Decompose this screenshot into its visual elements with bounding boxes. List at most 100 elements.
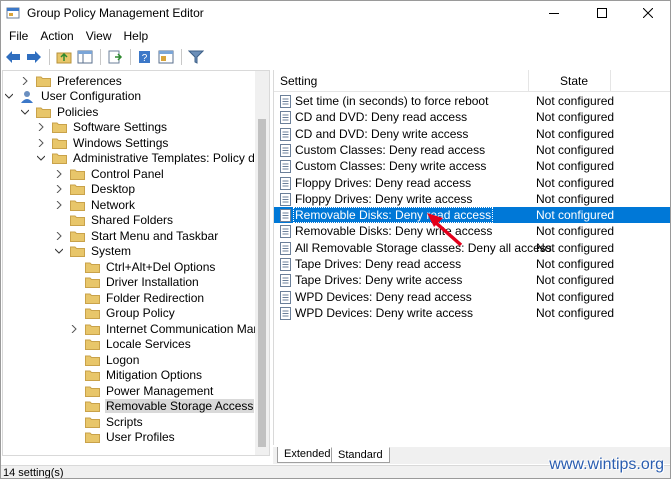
chevron-right-icon[interactable] (54, 169, 64, 179)
policy-setting-icon (280, 95, 291, 108)
policy-setting-icon (280, 176, 291, 190)
tree-item[interactable]: Control Panel (54, 166, 165, 182)
tree-item[interactable]: Logon (69, 352, 140, 368)
toolbar-separator (130, 49, 131, 65)
policy-row[interactable]: Custom Classes: Deny read access Not conf… (274, 142, 670, 158)
column-header-state[interactable]: State (560, 70, 588, 92)
column-header-setting[interactable]: Setting (280, 70, 317, 92)
tree-item-label: Preferences (57, 73, 122, 88)
policy-row[interactable]: WPD Devices: Deny write access Not config… (274, 305, 670, 321)
tree-item[interactable]: Desktop (54, 182, 136, 198)
tree-item[interactable]: User Profiles (69, 430, 176, 446)
toolbar: ? (1, 46, 670, 68)
tree-item-label: Desktop (91, 182, 136, 197)
chevron-right-icon[interactable] (36, 122, 46, 132)
properties-button[interactable] (156, 47, 176, 67)
menu-action[interactable]: Action (34, 27, 79, 45)
menu-file[interactable]: File (3, 27, 34, 45)
tree-item-label: Administrative Templates: Policy definit… (73, 151, 270, 166)
policy-row[interactable]: Floppy Drives: Deny read access Not confi… (274, 175, 670, 191)
tree-item[interactable]: Preferences (20, 73, 123, 89)
forward-button[interactable] (24, 47, 44, 67)
chevron-right-icon[interactable] (54, 184, 64, 194)
tab-extended[interactable]: Extended (277, 447, 338, 463)
tree-item[interactable]: Scripts (69, 414, 144, 430)
policy-setting-icon (280, 143, 291, 157)
minimize-button[interactable] (531, 1, 577, 25)
tree-item[interactable]: Ctrl+Alt+Del Options (69, 259, 216, 275)
chevron-right-icon[interactable] (54, 231, 64, 241)
column-divider[interactable] (528, 70, 529, 92)
tree-item[interactable]: System (54, 244, 132, 260)
tree-item[interactable]: Policies (20, 104, 99, 120)
policy-row[interactable]: CD and DVD: Deny write access Not configu… (274, 126, 670, 142)
chevron-down-icon[interactable] (36, 153, 46, 163)
export-list-button[interactable] (105, 47, 125, 67)
scrollbar-thumb[interactable] (258, 119, 266, 447)
tree-item-label: Logon (106, 352, 140, 367)
tree-item[interactable]: Shared Folders (54, 213, 174, 229)
chevron-down-icon[interactable] (4, 91, 14, 101)
help-button[interactable]: ? (135, 47, 155, 67)
policy-row[interactable]: Removable Disks: Deny write access Not co… (274, 223, 670, 239)
policy-row[interactable]: Set time (in seconds) to force reboot Not… (274, 93, 670, 109)
chevron-down-icon[interactable] (54, 246, 64, 256)
policy-row[interactable]: Tape Drives: Deny read access Not configu… (274, 256, 670, 272)
policy-row[interactable]: Removable Disks: Deny read access Not con… (274, 207, 670, 224)
tab-standard[interactable]: Standard (331, 447, 390, 463)
tree-item[interactable]: Power Management (69, 383, 214, 399)
minimize-icon (549, 13, 559, 14)
back-button[interactable] (3, 47, 23, 67)
close-button[interactable] (625, 1, 670, 25)
tree-pane[interactable]: Preferences User Configuration Policies Sof… (2, 70, 270, 456)
policy-row[interactable]: Custom Classes: Deny write access Not con… (274, 158, 670, 174)
menu-view[interactable]: View (80, 27, 118, 45)
chevron-right-icon[interactable] (69, 324, 79, 334)
menu-help[interactable]: Help (118, 27, 155, 45)
chevron-right-icon[interactable] (36, 138, 46, 148)
tree-item[interactable]: Group Policy (69, 306, 176, 322)
policy-state: Not configured (536, 110, 615, 125)
tree-item[interactable]: User Configuration (4, 89, 142, 105)
policy-setting-name: Floppy Drives: Deny read access (295, 175, 472, 190)
tree-item-label: Mitigation Options (106, 368, 203, 383)
tree-item[interactable]: Network (54, 197, 136, 213)
tree-item[interactable]: Internet Communication Manage (69, 321, 269, 337)
tree-item[interactable]: Folder Redirection (69, 290, 205, 306)
policy-setting-icon (280, 290, 291, 304)
filter-button[interactable] (186, 47, 206, 67)
tree-item[interactable]: Windows Settings (36, 135, 169, 151)
policy-setting-icon (280, 127, 291, 141)
up-folder-icon (56, 52, 72, 64)
export-list-icon (108, 50, 123, 64)
chevron-down-icon[interactable] (20, 107, 30, 117)
settings-list[interactable]: Setting State Set time (in seconds) to f… (273, 70, 670, 445)
policy-row[interactable]: WPD Devices: Deny read access Not configu… (274, 289, 670, 305)
policy-row[interactable]: CD and DVD: Deny read access Not configur… (274, 109, 670, 125)
maximize-button[interactable] (579, 1, 625, 25)
annotation-arrow (427, 213, 463, 247)
column-divider[interactable] (610, 70, 611, 92)
tree-item[interactable]: Mitigation Options (69, 368, 203, 384)
chevron-right-icon[interactable] (54, 200, 64, 210)
tree-item[interactable]: Driver Installation (69, 275, 200, 291)
tree-item[interactable]: Start Menu and Taskbar (54, 228, 219, 244)
policy-state: Not configured (536, 191, 615, 206)
show-hide-tree-button[interactable] (75, 47, 95, 67)
tree-item[interactable]: Locale Services (69, 337, 192, 353)
up-folder-button[interactable] (54, 47, 74, 67)
chevron-right-icon[interactable] (20, 76, 30, 86)
status-text: 14 setting(s) (3, 467, 64, 479)
tree-item[interactable]: Administrative Templates: Policy definit… (36, 151, 270, 167)
tree-item-label: System (91, 244, 132, 259)
policy-setting-icon (280, 225, 291, 239)
policy-row[interactable]: Floppy Drives: Deny write access Not conf… (274, 191, 670, 207)
tree-scrollbar[interactable] (255, 71, 269, 455)
policy-row[interactable]: All Removable Storage classes: Deny all … (274, 240, 670, 256)
tree-item[interactable]: Removable Storage Access (69, 399, 255, 415)
tree-item[interactable]: Software Settings (36, 120, 168, 136)
tree-item-label: Folder Redirection (106, 290, 205, 305)
policy-row[interactable]: Tape Drives: Deny write access Not config… (274, 272, 670, 288)
